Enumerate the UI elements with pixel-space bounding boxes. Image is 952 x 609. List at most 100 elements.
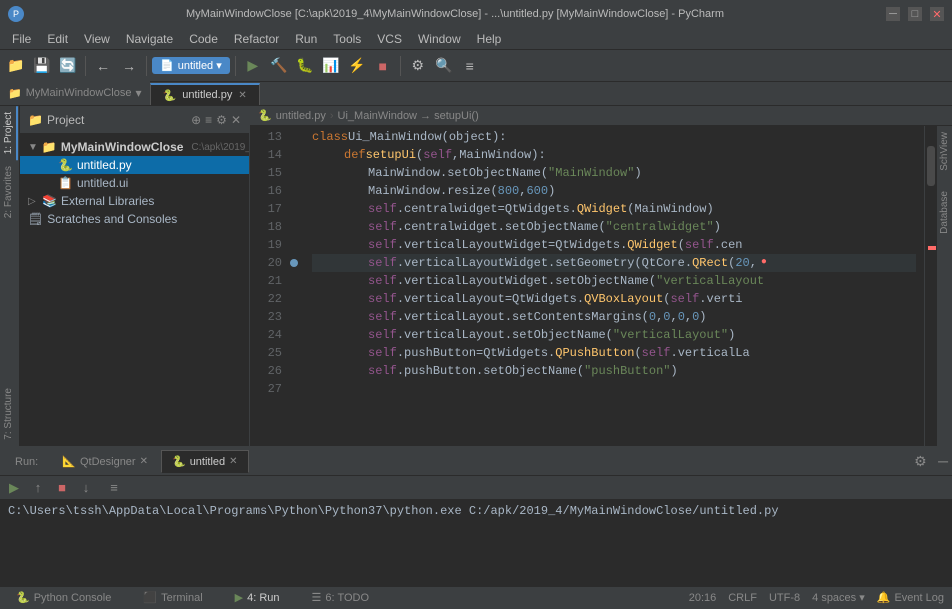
build-icon[interactable]: 🔨 — [267, 54, 291, 78]
encoding[interactable]: UTF-8 — [769, 592, 800, 604]
file-tab-untitled-py[interactable]: 🐍 untitled.py ✕ — [150, 83, 260, 105]
app-logo: P — [8, 6, 24, 22]
todo-icon: ☰ — [312, 591, 322, 604]
coverage-icon[interactable]: 📊 — [319, 54, 343, 78]
stop-icon[interactable]: ■ — [371, 54, 395, 78]
bottom-tab-untitled-label: untitled — [190, 456, 225, 468]
bottom-minimize-icon[interactable]: ─ — [938, 453, 948, 469]
vertical-scrollbar[interactable] — [924, 126, 936, 446]
menu-run[interactable]: Run — [287, 30, 325, 48]
code-line-15: MainWindow.setObjectName("MainWindow") — [312, 164, 916, 182]
code-line-13: class Ui_MainWindow(object): — [312, 128, 916, 146]
code-content[interactable]: class Ui_MainWindow(object): def setupUi… — [304, 126, 924, 446]
bottom-tab-qtdesigner[interactable]: 📐 QtDesigner ✕ — [51, 450, 159, 473]
run-up-btn[interactable]: ↑ — [28, 478, 48, 498]
indent[interactable]: 4 spaces ▾ — [812, 591, 865, 604]
tree-item-untitled-ui[interactable]: ▷ 📋 untitled.ui — [20, 174, 249, 192]
save-icon[interactable]: 💾 — [30, 54, 54, 78]
search-icon[interactable]: 🔍 — [432, 54, 456, 78]
tree-item-label3: External Libraries — [61, 194, 154, 208]
project-hide-icon[interactable]: ✕ — [231, 113, 241, 127]
tree-item-untitled-py[interactable]: ▷ 🐍 untitled.py — [20, 156, 249, 174]
bottom-panel-settings: ⚙ ─ — [914, 453, 948, 470]
code-line-24: self.verticalLayout.setObjectName("verti… — [312, 326, 916, 344]
file-icon: 📄 — [160, 59, 174, 72]
file-tab-close[interactable]: ✕ — [238, 90, 246, 101]
terminal-label: Terminal — [161, 592, 203, 604]
status-tab-run[interactable]: ▶ 4: Run — [227, 587, 288, 609]
tree-item-external-libs[interactable]: ▷ 📚 External Libraries — [20, 192, 249, 210]
untitled-tab-close[interactable]: ✕ — [229, 456, 237, 467]
panel-tab-project[interactable]: 1: Project — [1, 106, 18, 160]
menu-refactor[interactable]: Refactor — [226, 30, 287, 48]
tree-arrow-root: ▼ — [28, 142, 38, 153]
terminal-icon: ⬛ — [143, 591, 157, 604]
maximize-button[interactable]: □ — [908, 7, 922, 21]
status-tab-python-console[interactable]: 🐍 Python Console — [8, 587, 119, 609]
code-line-19: self.verticalLayoutWidget = QtWidgets.QW… — [312, 236, 916, 254]
breadcrumb-path: Ui_MainWindow → setupUi() — [338, 110, 479, 122]
run-stop-btn[interactable]: ■ — [52, 478, 72, 498]
status-tab-todo[interactable]: ☰ 6: TODO — [304, 587, 377, 609]
editor-breadcrumb: 🐍 untitled.py › Ui_MainWindow → setupUi(… — [250, 106, 952, 126]
project-panel: 📁 Project ⊕ ≡ ⚙ ✕ ▼ 📁 MyMainWindowClose … — [20, 106, 250, 446]
code-line-23: self.verticalLayout.setContentsMargins(0… — [312, 308, 916, 326]
qtdesigner-tab-close[interactable]: ✕ — [140, 456, 148, 467]
project-settings-icon[interactable]: ⚙ — [216, 113, 227, 127]
bottom-tab-qtdesigner-label: QtDesigner — [80, 456, 136, 468]
project-collapse-icon[interactable]: ≡ — [205, 113, 212, 127]
menu-view[interactable]: View — [76, 30, 118, 48]
menu-code[interactable]: Code — [181, 30, 226, 48]
code-line-14: def setupUi(self, MainWindow): — [312, 146, 916, 164]
line-ending[interactable]: CRLF — [728, 592, 757, 604]
menu-navigate[interactable]: Navigate — [118, 30, 181, 48]
run-config-icon[interactable]: ▶ — [241, 54, 265, 78]
code-line-16: MainWindow.resize(800, 600) — [312, 182, 916, 200]
more-icon[interactable]: ≡ — [458, 54, 482, 78]
close-button[interactable]: ✕ — [930, 7, 944, 21]
run-label: 4: Run — [247, 592, 279, 604]
menu-edit[interactable]: Edit — [39, 30, 76, 48]
project-tab-label: MyMainWindowClose — [26, 87, 132, 99]
bottom-tab-untitled[interactable]: 🐍 untitled ✕ — [161, 450, 249, 473]
tree-item-scratches[interactable]: 🗒 Scratches and Consoles — [20, 210, 249, 228]
back-icon[interactable]: ← — [91, 54, 115, 78]
status-right: 20:16 CRLF UTF-8 4 spaces ▾ 🔔 Event Log — [689, 591, 944, 604]
panel-tab-favorites[interactable]: 2: Favorites — [1, 160, 18, 224]
tree-root[interactable]: ▼ 📁 MyMainWindowClose C:\apk\2019_4\MyMa… — [20, 138, 249, 156]
menu-file[interactable]: File — [4, 30, 39, 48]
bottom-settings-icon[interactable]: ⚙ — [914, 453, 927, 469]
scrollbar-thumb[interactable] — [927, 146, 935, 186]
profile-icon[interactable]: ⚡ — [345, 54, 369, 78]
bottom-tab-run-label: Run: — [4, 451, 49, 473]
menu-window[interactable]: Window — [410, 30, 469, 48]
project-header-icons: ⊕ ≡ ⚙ ✕ — [191, 113, 241, 127]
status-tab-terminal[interactable]: ⬛ Terminal — [135, 587, 210, 609]
settings-icon[interactable]: ⚙ — [406, 54, 430, 78]
project-tab[interactable]: 📁 MyMainWindowClose ▾ — [0, 81, 150, 105]
forward-icon[interactable]: → — [117, 54, 141, 78]
tree-item-label2: untitled.ui — [77, 176, 128, 190]
editor-area: 🐍 untitled.py › Ui_MainWindow → setupUi(… — [250, 106, 952, 446]
left-vertical-labels: 1: Project 2: Favorites 7: Structure — [0, 106, 20, 446]
run-play-btn[interactable]: ▶ — [4, 478, 24, 498]
run-menu-btn[interactable]: ≡ — [104, 478, 124, 498]
project-sync-icon[interactable]: ⊕ — [191, 113, 201, 127]
python-console-label: Python Console — [34, 592, 112, 604]
menu-tools[interactable]: Tools — [325, 30, 369, 48]
event-log[interactable]: 🔔 Event Log — [877, 591, 944, 604]
right-label-schview[interactable]: SchView — [937, 126, 952, 177]
cursor-position: 20:16 — [689, 592, 717, 604]
run-down-btn[interactable]: ↓ — [76, 478, 96, 498]
sync-icon[interactable]: 🔄 — [56, 54, 80, 78]
file-selector[interactable]: 📄 untitled ▾ — [152, 57, 230, 74]
debug-icon[interactable]: 🐛 — [293, 54, 317, 78]
open-folder-icon[interactable]: 📁 — [4, 54, 28, 78]
panel-tab-structure[interactable]: 7: Structure — [1, 382, 18, 446]
menu-vcs[interactable]: VCS — [369, 30, 410, 48]
right-label-database[interactable]: Database — [937, 185, 952, 240]
menu-help[interactable]: Help — [469, 30, 510, 48]
minimize-button[interactable]: ─ — [886, 7, 900, 21]
py-icon: 🐍 — [58, 158, 73, 172]
window-title: MyMainWindowClose [C:\apk\2019_4\MyMainW… — [24, 8, 886, 20]
